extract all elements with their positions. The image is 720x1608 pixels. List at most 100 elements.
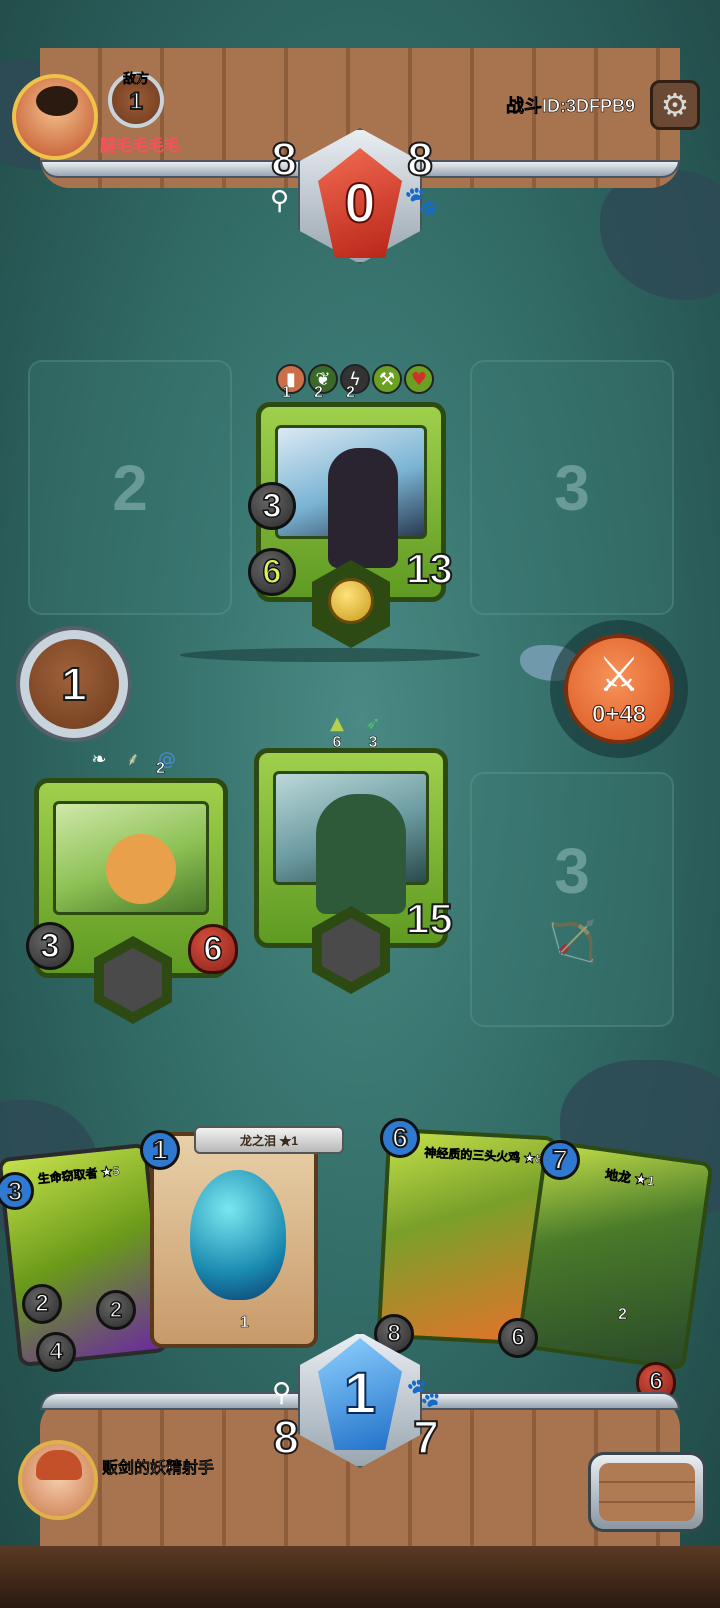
- cost-value: 1: [151, 1134, 169, 1165]
- card-title: 龙之泪 ★1: [239, 1133, 298, 1148]
- enemy-unit-health: 13: [405, 545, 454, 592]
- ability-value: 2: [156, 760, 165, 778]
- potion-icon: ⚲: [270, 186, 290, 216]
- ally-unit-1-art: [53, 801, 209, 915]
- axe-icon: ⚒: [372, 364, 402, 394]
- opponent-stat-left: 8: [270, 133, 298, 185]
- attack-button[interactable]: ⚔ 0+48: [550, 620, 688, 758]
- ally-unit-1-health: 6: [188, 924, 238, 974]
- round-counter-inner: 1: [29, 639, 119, 729]
- slot-number: 3: [554, 451, 590, 524]
- enemy-unit-abilities: ▮ ❦ ϟ ⚒ ♥: [276, 364, 434, 394]
- empty-slot-bottom-right[interactable]: 3 🏹: [470, 772, 674, 1027]
- avatar-hair: [36, 86, 78, 116]
- bow-icon: 🏹: [547, 919, 597, 965]
- stat-value: 2: [109, 1296, 123, 1323]
- opponent-rank-badge: 敌方 1: [108, 71, 164, 128]
- card-icon: ▮: [276, 364, 306, 394]
- bottom-frame: [0, 1546, 720, 1608]
- cost-value: 7: [551, 1144, 569, 1175]
- opponent-stat-right: 8: [406, 133, 434, 185]
- empty-slot-right[interactable]: 3: [470, 360, 674, 615]
- shield-value: 3: [262, 486, 282, 526]
- opponent-avatar[interactable]: [12, 74, 98, 160]
- wheat-icon: ⸙: [126, 749, 140, 770]
- attack-label: 0+48: [591, 701, 647, 728]
- hand-card-1-stat: 2: [22, 1284, 62, 1324]
- slot-number: 3: [554, 835, 590, 907]
- arrow-green-icon: ➶: [365, 712, 381, 734]
- enemy-unit-shield: 3: [248, 482, 296, 530]
- attack-button-face: ⚔ 0+48: [564, 634, 674, 744]
- gold-coin-icon: [328, 578, 374, 624]
- player-stat-right: 7: [412, 1411, 440, 1463]
- hand-card-4-stat: 2: [618, 1306, 627, 1324]
- dragon-egg-image: [190, 1170, 286, 1300]
- ability-value: 1: [282, 384, 291, 402]
- opponent-rank: 1: [128, 88, 143, 115]
- end-turn-button-face: [599, 1463, 695, 1521]
- health-value: 6: [203, 929, 223, 969]
- ally-unit-1-shield: 3: [26, 922, 74, 970]
- rock-decoration: [600, 170, 720, 300]
- ability-value: 2: [314, 384, 323, 402]
- battle-id: 战斗ID:3DFPB9: [506, 96, 636, 117]
- leaf-icon: ❦: [308, 364, 338, 394]
- round-number: 1: [60, 658, 88, 710]
- ally-unit-1-abilities: ❧ ⸙ @: [84, 744, 182, 774]
- unit-figure: [328, 448, 398, 568]
- opponent-name: 腿毛毛毛毛: [100, 138, 181, 155]
- hand-card-2-stat: 1: [240, 1314, 249, 1332]
- player-stat-left: 8: [272, 1411, 300, 1463]
- card-title: 生命窃取者 ★5: [37, 1163, 121, 1187]
- paw-icon: 🐾: [406, 1376, 441, 1409]
- ability-slot: ▲ 6: [324, 712, 350, 752]
- player-avatar[interactable]: [18, 1440, 98, 1520]
- round-counter: 1: [16, 626, 132, 742]
- hand-card-1-stat: 4: [36, 1332, 76, 1372]
- hand-card-2-cost: 1: [140, 1130, 180, 1170]
- heart-icon: ♥: [404, 364, 434, 394]
- arrow-up-icon: ▲: [330, 712, 344, 734]
- ally-unit-2-art: [273, 771, 429, 914]
- opponent-label: 敌方: [122, 71, 150, 87]
- card-title: 神经质的三头火鸡 ★8: [423, 1145, 543, 1166]
- stat-value: 4: [49, 1337, 64, 1366]
- stat-value: 8: [387, 1319, 402, 1348]
- hand-card-1-stat: 2: [96, 1290, 136, 1330]
- shield-value: 3: [40, 926, 60, 966]
- ally-unit-2-health: 15: [405, 895, 454, 942]
- player-name: 贩剑的妖精射手: [102, 1460, 215, 1477]
- enemy-unit-art: [275, 425, 427, 568]
- lightning-icon: ϟ: [340, 364, 370, 394]
- ground-crack: [180, 648, 480, 662]
- ability-value: 2: [346, 384, 355, 402]
- unit-figure: [316, 794, 406, 914]
- enemy-unit-attack: 6: [248, 548, 296, 596]
- empty-slot-left[interactable]: 2: [28, 360, 232, 615]
- cost-value: 3: [7, 1176, 24, 1206]
- card-title-banner: 龙之泪 ★1: [194, 1126, 344, 1154]
- potion-icon: ⚲: [272, 1378, 292, 1408]
- stat-value: 2: [35, 1289, 50, 1318]
- end-turn-button[interactable]: [588, 1452, 706, 1532]
- crossed-swords-icon: ⚔: [597, 647, 641, 703]
- avatar-hair: [36, 1450, 82, 1480]
- attack-value: 6: [262, 552, 282, 592]
- ally-unit-2-abilities: ▲ 6 ➶ 3: [324, 712, 386, 752]
- stat-value: 6: [511, 1323, 526, 1352]
- hand-card-3-cost: 6: [380, 1118, 420, 1158]
- hand-card-2[interactable]: 龙之泪 ★1: [150, 1126, 344, 1348]
- opponent-gem-value: 0: [343, 171, 376, 234]
- slot-number: 2: [112, 451, 148, 524]
- card-title: 地龙 ★1: [604, 1166, 656, 1189]
- cost-value: 6: [391, 1122, 409, 1153]
- ability-slot: ➶ 3: [360, 712, 386, 752]
- settings-gear-icon[interactable]: ⚙: [650, 80, 700, 130]
- unit-figure: [106, 834, 176, 904]
- hand-card-4-cost: 7: [540, 1140, 580, 1180]
- player-gem-value: 1: [343, 1361, 377, 1426]
- hand-card-4-stat: 6: [498, 1318, 538, 1358]
- battle-board: 敌方 1 腿毛毛毛毛 战斗ID:3DFPB9 ⚙ 0 8 ⚲ 8 🐾 2 3 3…: [0, 0, 720, 1608]
- feather-icon: ❧: [91, 748, 107, 770]
